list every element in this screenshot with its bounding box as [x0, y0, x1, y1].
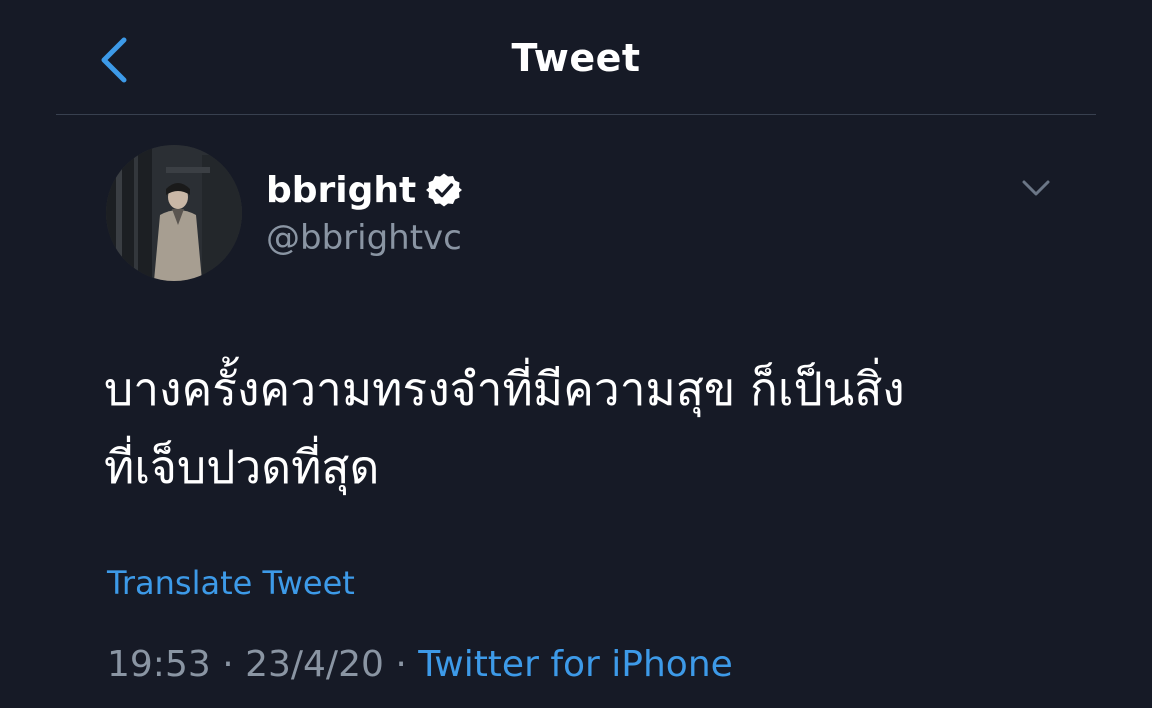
tweet-text-line: บางครั้งความทรงจำที่มีความสุข ก็เป็นสิ่ง: [104, 362, 905, 416]
tweet-meta: 19:53 · 23/4/20 · Twitter for iPhone: [107, 644, 733, 685]
tweet-text-line: ที่เจ็บปวดที่สุด: [104, 440, 380, 494]
author-name-row: bbright: [266, 166, 463, 214]
tweet-source-link[interactable]: Twitter for iPhone: [418, 644, 733, 685]
translate-tweet-link[interactable]: Translate Tweet: [107, 564, 355, 602]
author-display-name[interactable]: bbright: [266, 170, 416, 211]
author-handle[interactable]: @bbrightvc: [266, 218, 462, 258]
chevron-down-icon: [1022, 180, 1050, 196]
meta-separator: ·: [210, 644, 246, 685]
meta-separator: ·: [383, 644, 419, 685]
tweet-time: 19:53: [107, 644, 211, 685]
avatar[interactable]: [106, 145, 242, 281]
page-title: Tweet: [511, 36, 641, 80]
tweet-detail-screen: Tweet bbright @bbrightvc บางครั้งความทรง…: [0, 0, 1152, 708]
top-bar: Tweet: [0, 0, 1152, 115]
avatar-photo: [106, 145, 242, 281]
tweet-body: บางครั้งความทรงจำที่มีความสุข ก็เป็นสิ่ง…: [104, 350, 1064, 506]
tweet-date: 23/4/20: [245, 644, 384, 685]
header-divider: [56, 114, 1096, 115]
tweet-options-button[interactable]: [1014, 172, 1058, 206]
verified-badge-icon: [426, 173, 463, 207]
